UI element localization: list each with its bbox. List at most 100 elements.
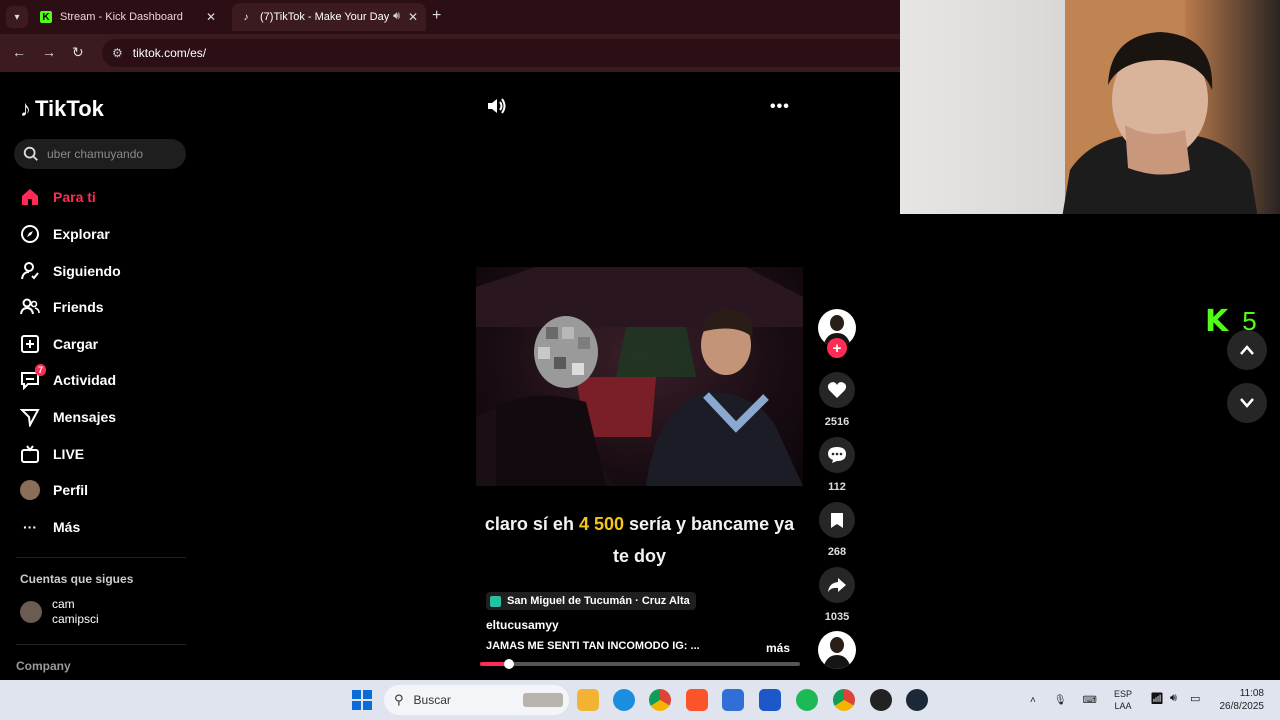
brave-icon[interactable]: [686, 689, 708, 711]
sidebar-item-friends[interactable]: Friends: [20, 293, 190, 321]
sidebar-item-perfil[interactable]: Perfil: [20, 476, 190, 504]
follow-plus-button[interactable]: +: [827, 338, 847, 358]
sidebar-item-actividad[interactable]: 7 Actividad: [20, 364, 190, 394]
music-disc[interactable]: [818, 631, 856, 669]
tiktok-icon: ♪: [243, 11, 249, 23]
location-chip[interactable]: San Miguel de Tucumán · Cruz Alta: [486, 592, 696, 610]
friends-icon: [20, 297, 40, 317]
video-progress-bar[interactable]: [480, 662, 800, 666]
sidebar-item-para-ti[interactable]: Para ti: [20, 183, 190, 211]
more-options-icon[interactable]: •••: [770, 98, 790, 116]
inbox-icon: 7: [20, 364, 46, 390]
tab-label: (7)TikTok - Make Your Day: [260, 11, 390, 23]
battery-icon[interactable]: ▭: [1190, 692, 1200, 705]
account-handle: camipsci: [52, 612, 99, 626]
following-account[interactable]: cam camipsci: [20, 597, 99, 627]
sidebar-item-label: Explorar: [53, 226, 110, 242]
taskbar-search-label: Buscar: [413, 693, 451, 707]
sidebar-item-explorar[interactable]: Explorar: [20, 220, 190, 248]
windows-start-icon[interactable]: [352, 690, 372, 710]
like-count: 2516: [824, 416, 850, 428]
home-icon: [20, 187, 40, 207]
previous-video-button[interactable]: [1227, 330, 1267, 370]
tiktok-logo[interactable]: ♪ TikTok: [20, 96, 104, 122]
caption-highlight: 4 500: [578, 514, 624, 534]
see-more-link[interactable]: más: [766, 641, 790, 655]
like-button[interactable]: [819, 372, 855, 408]
comment-button[interactable]: [819, 437, 855, 473]
sidebar-item-cargar[interactable]: Cargar: [20, 330, 190, 358]
heart-icon: [827, 382, 847, 398]
search-icon: ⚲: [394, 692, 404, 707]
video-caption: claro sí eh 4 500 sería y bancame ya te …: [476, 508, 803, 572]
sidebar-divider: [16, 557, 186, 558]
edge-icon[interactable]: [613, 689, 635, 711]
chrome-profile-icon[interactable]: [833, 689, 855, 711]
file-explorer-icon[interactable]: [577, 689, 599, 711]
wifi-icon[interactable]: 📶︎: [1150, 692, 1164, 705]
tab-audio-icon[interactable]: 🔊︎: [393, 10, 400, 23]
profile-avatar: [20, 480, 40, 500]
new-tab-button[interactable]: +: [432, 7, 441, 25]
tab-tiktok[interactable]: ♪ (7)TikTok - Make Your Day 🔊︎ ✕: [232, 3, 426, 31]
spotify-icon[interactable]: [796, 689, 818, 711]
sidebar-item-label: Para ti: [53, 189, 96, 205]
keyboard-icon[interactable]: ⌨: [1083, 695, 1097, 706]
clock-date: 26/8/2025: [1219, 701, 1265, 712]
more-icon: ···: [23, 519, 37, 535]
sidebar-item-label: Perfil: [53, 482, 89, 498]
bookmark-icon: [831, 512, 843, 528]
volume-icon[interactable]: [486, 96, 508, 116]
search-box[interactable]: [14, 139, 186, 169]
language-indicator[interactable]: ESP LAA: [1114, 688, 1132, 712]
sidebar-item-label: Actividad: [53, 372, 117, 388]
forward-arrow-icon[interactable]: →: [42, 44, 56, 60]
location-label: San Miguel de Tucumán · Cruz Alta: [507, 595, 690, 607]
video-progress-handle[interactable]: [503, 659, 514, 669]
url-bar[interactable]: ⚙ tiktok.com/es/: [102, 39, 900, 67]
video-description: JAMAS ME SENTI TAN INCOMODO IG: ...: [486, 640, 700, 652]
store-icon[interactable]: [722, 689, 744, 711]
sidebar-item-mas[interactable]: ··· Más: [20, 513, 190, 541]
next-video-button[interactable]: [1227, 383, 1267, 423]
clock-time: 11:08: [1239, 688, 1264, 699]
following-header: Cuentas que sigues: [20, 572, 134, 586]
chrome-icon[interactable]: [649, 689, 671, 711]
webcam-feed: [900, 0, 1280, 214]
site-settings-icon[interactable]: ⚙: [112, 46, 123, 60]
lang-top: ESP: [1114, 689, 1133, 699]
chevron-down-icon: [1240, 398, 1254, 408]
system-tray: ˄ 🎙︎ ⌨: [1030, 680, 1097, 720]
system-clock[interactable]: 11:08 26/8/2025: [1212, 687, 1265, 713]
sidebar-item-live[interactable]: LIVE: [20, 440, 190, 468]
search-input[interactable]: [47, 147, 177, 161]
reload-icon[interactable]: ↻: [72, 44, 84, 61]
save-button[interactable]: [819, 502, 855, 538]
video-frame[interactable]: [476, 267, 803, 486]
chevron-up-icon[interactable]: ˄: [1030, 695, 1036, 706]
video-author[interactable]: eltucusamyy: [486, 618, 559, 632]
sidebar-item-label: Friends: [53, 299, 104, 315]
comment-icon: [828, 447, 846, 463]
obs-icon[interactable]: [870, 689, 892, 711]
compass-icon: [20, 224, 40, 244]
taskbar-search[interactable]: ⚲ Buscar: [384, 685, 569, 715]
back-arrow-icon[interactable]: ←: [12, 44, 26, 60]
sidebar-item-label: Más: [53, 519, 81, 535]
sidebar-item-label: Cargar: [53, 336, 99, 352]
share-count: 1035: [824, 611, 850, 623]
steam-icon[interactable]: [906, 689, 928, 711]
search-icon: [23, 146, 38, 161]
sidebar-item-mensajes[interactable]: Mensajes: [20, 403, 190, 431]
sidebar-item-siguiendo[interactable]: Siguiendo: [20, 257, 190, 285]
vscode-icon[interactable]: [759, 689, 781, 711]
speaker-icon[interactable]: 🔊︎: [1170, 692, 1177, 705]
address-bar-row: ← → ↻ ⚙ tiktok.com/es/: [0, 34, 900, 72]
tab-kick-dashboard[interactable]: K Stream - Kick Dashboard ✕: [32, 3, 224, 31]
share-button[interactable]: [819, 567, 855, 603]
company-link[interactable]: Company: [16, 659, 71, 673]
close-tab-icon[interactable]: ✕: [206, 10, 216, 24]
close-tab-icon[interactable]: ✕: [408, 10, 418, 24]
tab-search-dropdown[interactable]: ▾: [6, 6, 28, 28]
microphone-icon[interactable]: 🎙︎: [1054, 695, 1067, 706]
